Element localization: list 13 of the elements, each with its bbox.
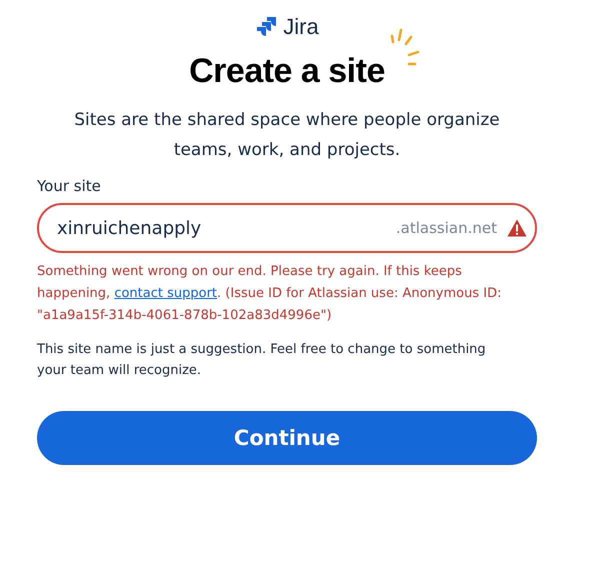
page-title: Create a site — [189, 52, 385, 91]
site-field[interactable]: xinruichenapply .atlassian.net — [37, 203, 537, 253]
domain-suffix: .atlassian.net — [396, 219, 497, 237]
warning-icon — [507, 219, 527, 237]
logo-icon — [255, 16, 278, 38]
brand-name: Jira — [283, 14, 319, 40]
site-name-input[interactable]: xinruichenapply — [55, 216, 396, 240]
field-label: Your site — [37, 177, 102, 195]
hint-text: This site name is just a suggestion. Feel free to change to something your team will recognize. — [37, 341, 487, 380]
continue-button[interactable]: Continue — [37, 411, 537, 465]
intro-text: Sites are the shared space where people organize teams, work, and projects. — [73, 109, 501, 162]
contact-support-link[interactable]: contact support — [114, 286, 218, 301]
error-message: Something went wrong on our end. Please try again. If this keeps happening, contact support. (Issue ID for Atlassian use: Anonymous ID: "a1a9a15f-314b-4061-878b-102a83d4996e") — [37, 263, 502, 325]
